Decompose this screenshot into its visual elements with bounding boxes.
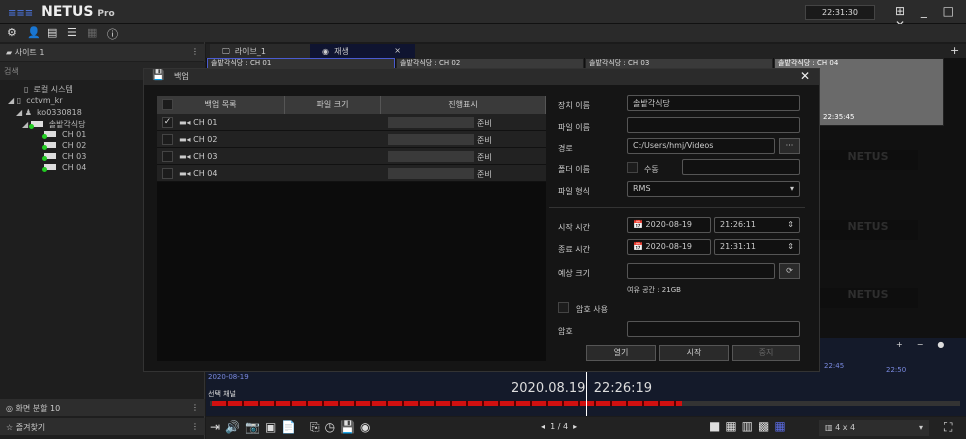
end-date-picker[interactable]: 📅 2020-08-19 — [627, 239, 711, 255]
end-time-spinner[interactable]: 21:31:11 ⇕ — [714, 239, 800, 255]
end-time-label: 종료 시간 — [558, 245, 590, 254]
header-backup-list[interactable]: 백업 목록 — [157, 96, 285, 114]
table-row[interactable]: ✓ ▬◂ CH 01 준비 — [157, 114, 546, 131]
start-time-spinner[interactable]: 21:26:11 ⇕ — [714, 217, 800, 233]
path-input[interactable]: C:/Users/hmj/Videos — [627, 138, 775, 154]
browse-button[interactable]: ··· — [779, 138, 800, 154]
fullscreen-icon[interactable]: ⛶ — [944, 420, 952, 435]
watermark: NETUS — [818, 288, 918, 308]
folder-name-label: 폴더 이름 — [558, 165, 590, 174]
selected-channel-label: 선택 채널 — [208, 390, 236, 398]
camera-timestamp: 22:35:45 — [823, 113, 855, 121]
start-button[interactable]: 시작 — [659, 345, 729, 361]
estimated-size-label: 예상 크기 — [558, 269, 590, 278]
page-nav[interactable]: ◂ 1 / 4 ▸ — [541, 422, 577, 431]
progress-bar — [388, 117, 474, 128]
table-row[interactable]: ▬◂ CH 04 준비 — [157, 165, 546, 182]
tree-device[interactable]: ◢ 솔밭각식당 — [22, 119, 86, 130]
tree-server[interactable]: ◢ ▯ cctvm_kr — [8, 96, 63, 105]
password-label: 암호 — [558, 327, 573, 336]
screen-split[interactable]: ◎ 화면 분할 10 ⋮ — [0, 399, 205, 416]
tree-local-system[interactable]: ▯ 로컬 시스템 — [24, 84, 73, 95]
stop-button[interactable]: 중지 — [732, 345, 800, 361]
header-progress[interactable]: 진행표시 — [381, 96, 546, 114]
file-format-label: 파일 형식 — [558, 187, 590, 196]
row-checkbox[interactable] — [162, 151, 173, 162]
folder-name-input[interactable] — [682, 159, 800, 175]
dialog-header: 💾 백업 — [144, 69, 819, 85]
refresh-button[interactable]: ⟳ — [779, 263, 800, 279]
backup-dialog: 💾 백업 ✕ 백업 목록 파일 크기 진행표시 ✓ ▬◂ CH 01 준비 ▬◂ CH… — [143, 68, 820, 372]
close-button[interactable]: ✕ — [800, 69, 810, 83]
favorites[interactable]: ☆ 즐겨찾기 ⋮ — [0, 418, 205, 435]
close-tab-icon: × — [394, 46, 401, 55]
password-input[interactable] — [627, 321, 800, 337]
free-space: 여유 공간 : 21GB — [627, 286, 681, 294]
manual-label: 수동 — [644, 165, 659, 174]
divider — [549, 207, 805, 208]
start-date-picker[interactable]: 📅 2020-08-19 — [627, 217, 711, 233]
list-icon[interactable]: ☰ — [67, 26, 77, 39]
open-button[interactable]: 열기 — [586, 345, 656, 361]
use-password-label: 암호 사용 — [576, 305, 608, 314]
progress-bar — [388, 134, 474, 145]
grid-icon[interactable]: ▦ — [87, 26, 97, 39]
device-name-label: 장치 이름 — [558, 101, 590, 110]
layout-icons[interactable]: ■▦▥▩▦ — [709, 419, 791, 433]
file-name-input[interactable] — [627, 117, 800, 133]
save-icon: 💾 — [152, 70, 165, 81]
file-format-select[interactable]: RMS ▾ — [627, 181, 800, 197]
tree-ch01[interactable]: CH 01 — [42, 130, 86, 139]
info-icon[interactable]: ⓘ — [107, 26, 118, 42]
start-time-label: 시작 시간 — [558, 223, 590, 232]
user-icon[interactable]: 👤 — [27, 26, 41, 39]
watermark: NETUS — [818, 220, 918, 240]
use-password-checkbox[interactable] — [558, 302, 569, 313]
timeline-date: 2020-08-19 — [208, 373, 249, 381]
progress-bar — [388, 151, 474, 162]
tick-label: 22:45 — [824, 362, 845, 370]
watermark: NETUS — [818, 150, 918, 170]
current-time: 2020.08.19 22:26:19 — [511, 381, 653, 396]
path-label: 경로 — [558, 144, 573, 153]
manual-checkbox[interactable] — [627, 162, 638, 173]
playback-tools-icons[interactable]: ⇥🔊📷▣📄 ⎘◷💾◉ — [210, 420, 376, 435]
app-logo: ≡≡≡ NETUS Pro — [8, 4, 115, 20]
header-file-size[interactable]: 파일 크기 — [285, 96, 381, 114]
row-checkbox[interactable] — [162, 168, 173, 179]
table-row[interactable]: ▬◂ CH 02 준비 — [157, 131, 546, 148]
more-icon: ⋮ — [191, 47, 199, 56]
tree-ch04[interactable]: CH 04 — [42, 163, 86, 172]
add-tab-button[interactable]: + — [950, 44, 959, 57]
gear-icon[interactable]: ⚙ — [7, 26, 17, 39]
record-bar — [212, 401, 682, 406]
tree-ch02[interactable]: CH 02 — [42, 141, 86, 150]
file-name-label: 파일 이름 — [558, 123, 590, 132]
timeline-zoom[interactable]: +−● — [896, 340, 958, 349]
tree-user[interactable]: ◢ ♟ ko0330818 — [16, 108, 82, 117]
device-name-input[interactable]: 솔밭각식당 — [627, 95, 800, 111]
row-checkbox[interactable]: ✓ — [162, 117, 173, 128]
tab-playback[interactable]: ◉ 재생 × — [310, 44, 415, 58]
progress-bar — [388, 168, 474, 179]
tick-label: 22:50 — [886, 366, 907, 374]
row-checkbox[interactable] — [162, 134, 173, 145]
bottom-toolbar: ⇥🔊📷▣📄 ⎘◷💾◉ ◂ 1 / 4 ▸ ■▦▥▩▦ ▥ 4 x 4 ▾ ⛶ — [206, 417, 966, 439]
backup-table: 백업 목록 파일 크기 진행표시 ✓ ▬◂ CH 01 준비 ▬◂ CH 02 준비 … — [157, 96, 546, 361]
estimated-size-output — [627, 263, 775, 279]
tree-ch03[interactable]: CH 03 — [42, 152, 86, 161]
toolbar: ⚙ 👤 ▤ ☰ ▦ ⓘ — [0, 24, 966, 42]
clock: 22:31:30 — [805, 5, 875, 20]
table-row[interactable]: ▬◂ CH 03 준비 — [157, 148, 546, 165]
calendar-icon[interactable]: ▤ — [47, 26, 57, 39]
site-header[interactable]: ▰ 사이트 1 ⋮ — [0, 44, 205, 61]
layout-select[interactable]: ▥ 4 x 4 ▾ — [819, 420, 929, 436]
tab-live[interactable]: 🖵 라이브_1 — [210, 44, 310, 58]
